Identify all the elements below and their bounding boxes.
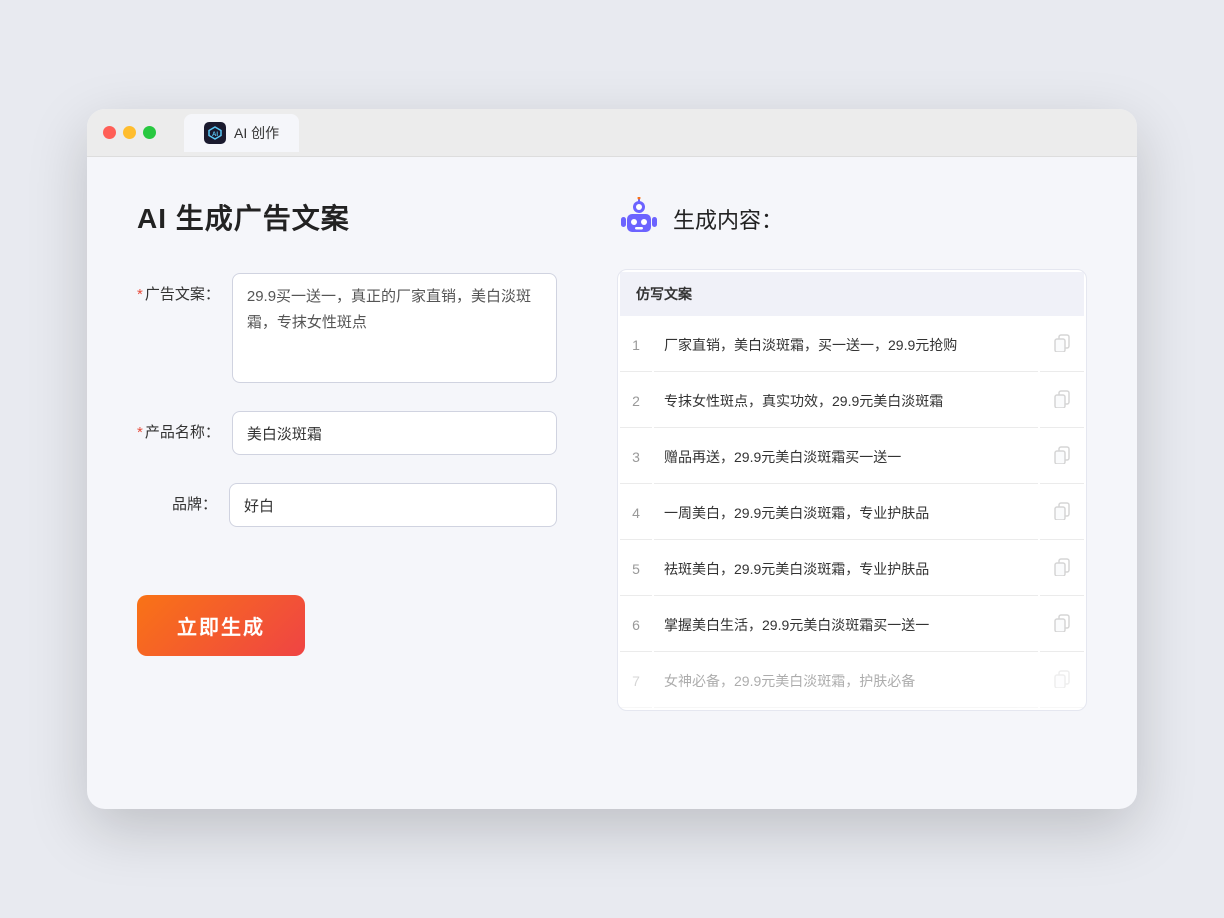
svg-text:AI: AI [212, 132, 218, 138]
copy-button[interactable] [1040, 542, 1084, 596]
item-text: 祛斑美白，29.9元美白淡斑霜，专业护肤品 [654, 542, 1038, 596]
item-text: 厂家直销，美白淡斑霜，买一送一，29.9元抢购 [654, 318, 1038, 372]
copy-button[interactable] [1040, 486, 1084, 540]
minimize-button[interactable] [123, 126, 136, 139]
column-header: 仿写文案 [620, 272, 1084, 316]
item-number: 4 [620, 486, 652, 540]
list-item: 5祛斑美白，29.9元美白淡斑霜，专业护肤品 [620, 542, 1084, 596]
product-name-group: *产品名称： [137, 411, 557, 455]
tab-label: AI 创作 [234, 123, 279, 143]
item-number: 5 [620, 542, 652, 596]
copy-icon [1052, 388, 1072, 408]
ad-copy-label: *广告文案： [137, 273, 220, 304]
copy-icon [1052, 500, 1072, 520]
result-header: 生成内容： [617, 197, 1087, 241]
copy-button[interactable] [1040, 654, 1084, 708]
product-name-label: *产品名称： [137, 411, 220, 442]
brand-group: 品牌： [137, 483, 557, 527]
copy-icon [1052, 332, 1072, 352]
traffic-lights [103, 126, 156, 139]
list-item: 4一周美白，29.9元美白淡斑霜，专业护肤品 [620, 486, 1084, 540]
copy-icon [1052, 612, 1072, 632]
copy-button[interactable] [1040, 598, 1084, 652]
title-bar: AI AI 创作 [87, 109, 1137, 157]
ad-copy-group: *广告文案： 29.9买一送一，真正的厂家直销，美白淡斑霜，专抹女性斑点 [137, 273, 557, 383]
item-number: 7 [620, 654, 652, 708]
copy-icon [1052, 668, 1072, 688]
left-panel: AI 生成广告文案 *广告文案： 29.9买一送一，真正的厂家直销，美白淡斑霜，… [137, 197, 557, 767]
page-title: AI 生成广告文案 [137, 197, 557, 237]
copy-icon [1052, 556, 1072, 576]
item-text: 掌握美白生活，29.9元美白淡斑霜买一送一 [654, 598, 1038, 652]
list-item: 6掌握美白生活，29.9元美白淡斑霜买一送一 [620, 598, 1084, 652]
tab-icon: AI [204, 122, 226, 144]
item-text: 赠品再送，29.9元美白淡斑霜买一送一 [654, 430, 1038, 484]
browser-window: AI AI 创作 AI 生成广告文案 *广告文案： 29.9买一送一，真正的厂家… [87, 109, 1137, 809]
main-content: AI 生成广告文案 *广告文案： 29.9买一送一，真正的厂家直销，美白淡斑霜，… [87, 157, 1137, 807]
result-title: 生成内容： [673, 203, 783, 235]
list-item: 3赠品再送，29.9元美白淡斑霜买一送一 [620, 430, 1084, 484]
product-name-required: * [137, 424, 143, 441]
ad-copy-input[interactable]: 29.9买一送一，真正的厂家直销，美白淡斑霜，专抹女性斑点 [232, 273, 557, 383]
result-table-wrapper: 仿写文案 1厂家直销，美白淡斑霜，买一送一，29.9元抢购 2专抹女性斑点，真实… [617, 269, 1087, 711]
right-panel: 生成内容： 仿写文案 1厂家直销，美白淡斑霜，买一送一，29.9元抢购 2专抹女… [617, 197, 1087, 767]
table-header-row: 仿写文案 [620, 272, 1084, 316]
result-table: 仿写文案 1厂家直销，美白淡斑霜，买一送一，29.9元抢购 2专抹女性斑点，真实… [618, 270, 1086, 710]
tab-ai[interactable]: AI AI 创作 [184, 114, 299, 152]
robot-icon [617, 197, 661, 241]
close-button[interactable] [103, 126, 116, 139]
copy-button[interactable] [1040, 318, 1084, 372]
list-item: 7女神必备，29.9元美白淡斑霜，护肤必备 [620, 654, 1084, 708]
item-number: 1 [620, 318, 652, 372]
ad-copy-required: * [137, 286, 143, 303]
list-item: 2专抹女性斑点，真实功效，29.9元美白淡斑霜 [620, 374, 1084, 428]
item-text: 专抹女性斑点，真实功效，29.9元美白淡斑霜 [654, 374, 1038, 428]
list-item: 1厂家直销，美白淡斑霜，买一送一，29.9元抢购 [620, 318, 1084, 372]
maximize-button[interactable] [143, 126, 156, 139]
generate-button[interactable]: 立即生成 [137, 595, 305, 656]
brand-input[interactable] [229, 483, 557, 527]
product-name-input[interactable] [232, 411, 557, 455]
copy-button[interactable] [1040, 374, 1084, 428]
copy-button[interactable] [1040, 430, 1084, 484]
brand-label: 品牌： [137, 483, 217, 514]
item-text: 一周美白，29.9元美白淡斑霜，专业护肤品 [654, 486, 1038, 540]
item-number: 2 [620, 374, 652, 428]
item-number: 3 [620, 430, 652, 484]
copy-icon [1052, 444, 1072, 464]
item-number: 6 [620, 598, 652, 652]
item-text: 女神必备，29.9元美白淡斑霜，护肤必备 [654, 654, 1038, 708]
